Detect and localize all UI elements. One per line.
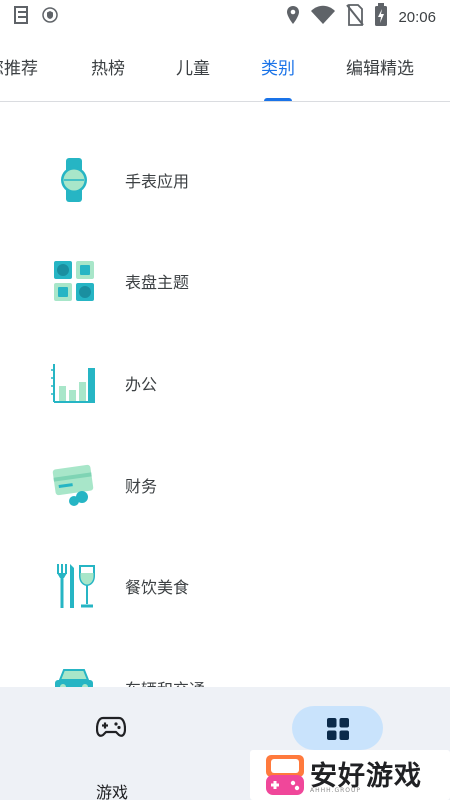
tab-categories[interactable]: 类别 bbox=[261, 54, 295, 79]
watermark-logo bbox=[264, 753, 306, 800]
category-label: 车辆和交通 bbox=[125, 676, 205, 687]
category-item-office[interactable]: 办公 bbox=[0, 343, 450, 423]
tab-editors-choice[interactable]: 编辑精选 bbox=[346, 54, 414, 79]
watch-faces-icon bbox=[50, 257, 98, 305]
no-sim-icon bbox=[346, 4, 365, 30]
category-label: 办公 bbox=[125, 375, 158, 394]
category-item-finance[interactable]: 财务 bbox=[0, 445, 450, 525]
battery-charging-icon bbox=[374, 3, 388, 31]
category-label: 餐饮美食 bbox=[125, 578, 190, 597]
shield-icon bbox=[42, 7, 58, 27]
nav-games-label: 游戏 bbox=[95, 783, 128, 800]
category-item-watch-apps[interactable]: 手表应用 bbox=[0, 140, 450, 220]
apps-grid-icon bbox=[327, 718, 349, 744]
watermark: 安好游戏 AHHH.GROUP bbox=[250, 750, 450, 800]
watch-icon bbox=[50, 156, 98, 204]
tab-kids[interactable]: 儿童 bbox=[176, 54, 210, 79]
category-label: 手表应用 bbox=[125, 172, 190, 191]
nav-apps-button[interactable] bbox=[292, 706, 383, 750]
office-chart-icon bbox=[50, 359, 98, 407]
notes-icon bbox=[14, 6, 28, 28]
category-label: 财务 bbox=[125, 477, 158, 496]
gamepad-icon bbox=[95, 715, 127, 743]
status-bar: 20:06 bbox=[0, 0, 450, 34]
wifi-icon bbox=[310, 5, 336, 29]
status-time: 20:06 bbox=[398, 8, 436, 26]
category-label: 表盘主题 bbox=[125, 273, 190, 292]
location-icon bbox=[286, 5, 300, 29]
category-item-watch-faces[interactable]: 表盘主题 bbox=[0, 241, 450, 321]
watermark-subtext: AHHH.GROUP bbox=[310, 787, 361, 794]
tab-recommended[interactable]: 您推荐 bbox=[0, 54, 38, 79]
finance-card-icon bbox=[50, 461, 98, 509]
category-item-vehicles[interactable]: 车辆和交通 bbox=[0, 648, 450, 687]
food-drink-icon bbox=[50, 562, 98, 610]
category-list: 手表应用 表盘主题 办公 财务 餐饮美食 bbox=[0, 102, 450, 687]
vehicle-icon bbox=[50, 664, 98, 687]
category-tab-bar: 您推荐 热榜 儿童 类别 编辑精选 bbox=[0, 34, 450, 102]
nav-games-button[interactable]: 游戏 bbox=[62, 707, 162, 800]
tab-top-charts[interactable]: 热榜 bbox=[91, 54, 125, 79]
category-item-food-drink[interactable]: 餐饮美食 bbox=[0, 546, 450, 626]
